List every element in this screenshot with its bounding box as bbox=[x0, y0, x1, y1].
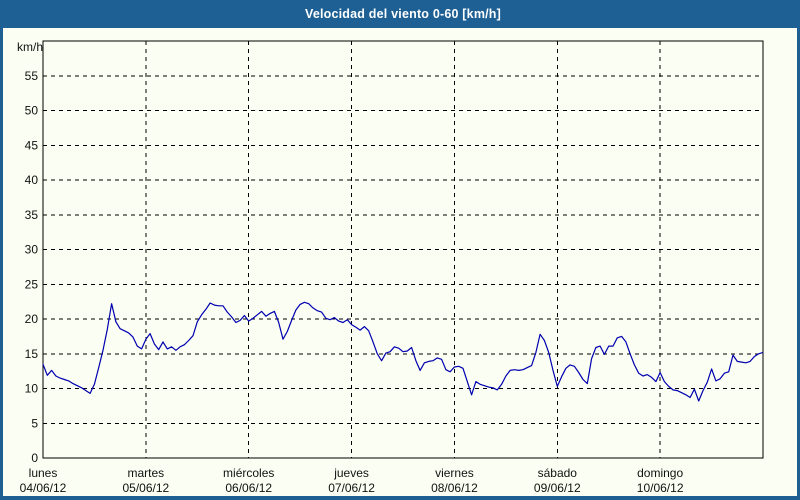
x-date-label: 07/06/12 bbox=[328, 481, 375, 495]
x-day-label: viernes bbox=[435, 466, 474, 480]
y-tick-label: 55 bbox=[25, 69, 39, 83]
y-tick-label: 0 bbox=[31, 451, 38, 465]
x-date-label: 08/06/12 bbox=[431, 481, 478, 495]
x-date-label: 05/06/12 bbox=[122, 481, 169, 495]
y-tick-label: 25 bbox=[25, 277, 39, 291]
y-tick-label: 5 bbox=[31, 416, 38, 430]
x-day-label: miércoles bbox=[223, 466, 274, 480]
y-tick-label: 20 bbox=[25, 312, 39, 326]
y-tick-label: 40 bbox=[25, 173, 39, 187]
y-tick-label: 50 bbox=[25, 104, 39, 118]
wind-speed-line bbox=[42, 301, 764, 402]
x-date-label: 10/06/12 bbox=[637, 481, 684, 495]
x-day-label: domingo bbox=[637, 466, 683, 480]
y-tick-label: 45 bbox=[25, 138, 39, 152]
x-day-label: martes bbox=[128, 466, 165, 480]
x-day-label: jueves bbox=[333, 466, 369, 480]
y-tick-label: 35 bbox=[25, 208, 39, 222]
chart-window: Velocidad del viento 0-60 [km/h] 0 5 10 15 2… bbox=[0, 0, 800, 500]
y-tick-label: 10 bbox=[25, 382, 39, 396]
y-tick-label: 30 bbox=[25, 243, 39, 257]
x-day-label: sábado bbox=[538, 466, 578, 480]
x-date-label: 09/06/12 bbox=[534, 481, 581, 495]
x-day-label: lunes bbox=[29, 466, 58, 480]
y-tick-label: 15 bbox=[25, 347, 39, 361]
x-date-label: 04/06/12 bbox=[20, 481, 67, 495]
x-date-label: 06/06/12 bbox=[225, 481, 272, 495]
wind-chart: 0 5 10 15 20 25 30 35 40 45 50 55 km/h lunes04/06/12 m… bbox=[17, 40, 764, 495]
y-axis-unit-label: km/h bbox=[17, 40, 43, 54]
